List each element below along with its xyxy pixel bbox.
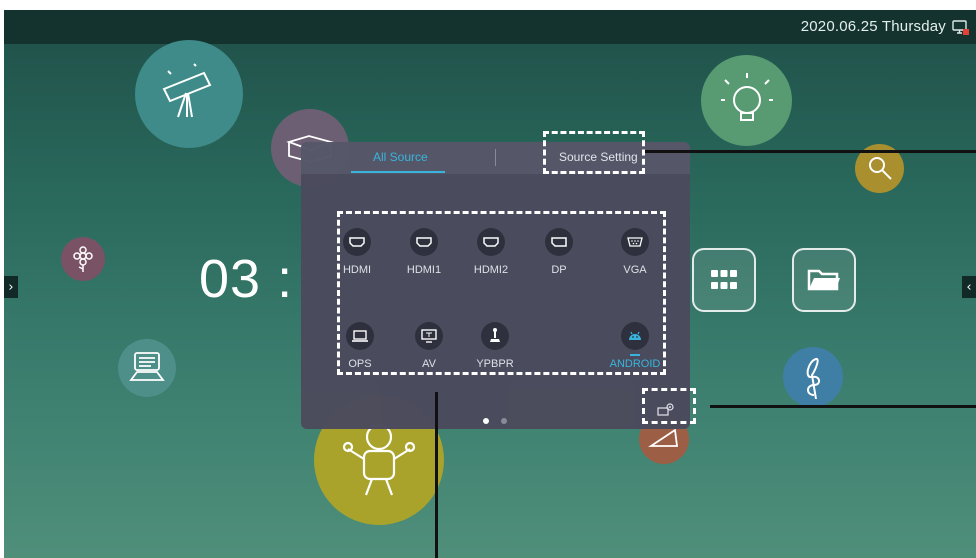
status-bar: 2020.06.25 Thursday bbox=[4, 10, 976, 44]
music-note-icon bbox=[806, 358, 820, 399]
leader-line bbox=[435, 392, 438, 558]
screen-record-icon[interactable] bbox=[952, 19, 970, 36]
leader-line bbox=[710, 405, 976, 408]
computer-bubble[interactable] bbox=[118, 339, 176, 397]
app-grid-icon bbox=[711, 270, 737, 289]
folder-icon bbox=[807, 269, 840, 291]
page-dot-2[interactable] bbox=[501, 418, 507, 424]
flower-bubble[interactable] bbox=[61, 237, 105, 281]
lightbulb-bubble[interactable] bbox=[701, 55, 792, 146]
tab-all-source[interactable]: All Source bbox=[373, 150, 428, 164]
right-edge-arrow[interactable]: ‹ bbox=[962, 276, 976, 298]
tab-divider bbox=[495, 149, 496, 166]
music-bubble[interactable] bbox=[783, 347, 843, 407]
computer-icon bbox=[129, 352, 165, 381]
telescope-icon bbox=[162, 63, 212, 118]
datetime-label: 2020.06.25 Thursday bbox=[800, 18, 946, 35]
left-edge-arrow[interactable]: › bbox=[4, 276, 18, 298]
telescope-bubble[interactable] bbox=[135, 40, 243, 148]
apps-button[interactable] bbox=[692, 248, 756, 312]
callout-source-list bbox=[337, 211, 666, 375]
magnifier-icon bbox=[868, 156, 892, 180]
flower-icon bbox=[73, 246, 93, 272]
page-dot-1[interactable] bbox=[483, 418, 489, 424]
active-tab-indicator bbox=[351, 171, 445, 173]
files-button[interactable] bbox=[792, 248, 856, 312]
callout-source-setting bbox=[543, 131, 645, 174]
clock: 03 : bbox=[199, 249, 294, 309]
lightbulb-icon bbox=[720, 72, 773, 121]
callout-settings-icon bbox=[642, 388, 696, 424]
leader-line bbox=[645, 150, 976, 153]
